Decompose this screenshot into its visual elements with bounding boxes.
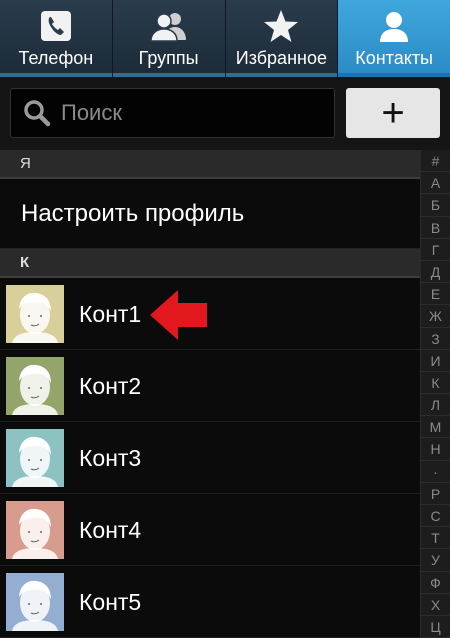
contact-row-4[interactable]: Конт4 bbox=[0, 494, 420, 566]
default-avatar-icon bbox=[12, 508, 58, 559]
avatar bbox=[6, 501, 64, 559]
tab-label: Контакты bbox=[355, 48, 433, 68]
section-header-k: К bbox=[0, 249, 420, 278]
contact-name: Конт1 bbox=[79, 301, 142, 327]
index-letter[interactable]: Л bbox=[421, 394, 450, 417]
index-letter[interactable]: М bbox=[421, 416, 450, 439]
section-header-ya: Я bbox=[0, 150, 420, 179]
index-letter[interactable]: И bbox=[421, 350, 450, 372]
tab-contacts[interactable]: Контакты bbox=[338, 0, 450, 77]
tab-phone[interactable]: Телефон bbox=[0, 0, 113, 77]
index-letter[interactable]: В bbox=[421, 217, 450, 239]
contact-list[interactable]: Я Настроить профиль К Конт1 Конт2 Конт3 … bbox=[0, 150, 420, 638]
avatar bbox=[6, 285, 64, 343]
index-letter[interactable]: У bbox=[421, 549, 450, 572]
contact-name: Конт5 bbox=[79, 589, 142, 615]
avatar bbox=[6, 429, 64, 487]
avatar bbox=[6, 573, 64, 631]
red-arrow-icon bbox=[150, 290, 207, 340]
setup-profile-row[interactable]: Настроить профиль bbox=[0, 179, 420, 249]
default-avatar-icon bbox=[12, 292, 58, 343]
contact-row-5[interactable]: Конт5 bbox=[0, 566, 420, 638]
add-contact-button[interactable]: + bbox=[346, 88, 440, 138]
default-avatar-icon bbox=[12, 580, 58, 631]
index-letter[interactable]: Ф bbox=[421, 572, 450, 594]
contact-row-3[interactable]: Конт3 bbox=[0, 422, 420, 494]
alphabet-index-bar[interactable]: # А Б В Г Д Е Ж З И К Л М Н · Р С Т У Ф … bbox=[420, 150, 450, 638]
contact-row-1[interactable]: Конт1 bbox=[0, 278, 420, 350]
tab-label: Телефон bbox=[18, 48, 94, 68]
search-box[interactable] bbox=[10, 88, 335, 138]
index-letter[interactable]: А bbox=[421, 172, 450, 195]
contact-name: Конт3 bbox=[79, 445, 142, 471]
contact-name: Конт2 bbox=[79, 373, 142, 399]
tab-bar: Телефон Группы Избранное Контакты bbox=[0, 0, 450, 77]
tab-label: Группы bbox=[138, 48, 199, 68]
index-letter[interactable]: З bbox=[421, 328, 450, 350]
index-letter[interactable]: Б bbox=[421, 194, 450, 217]
phone-icon bbox=[40, 11, 71, 41]
index-letter[interactable]: Ж bbox=[421, 305, 450, 328]
index-letter[interactable]: Т bbox=[421, 527, 450, 550]
search-row: + bbox=[0, 77, 450, 150]
tab-label: Избранное bbox=[235, 48, 327, 68]
index-letter[interactable]: Х bbox=[421, 594, 450, 616]
index-letter[interactable]: Р bbox=[421, 483, 450, 505]
search-input[interactable] bbox=[61, 100, 301, 126]
contact-name: Конт4 bbox=[79, 517, 142, 543]
index-letter[interactable]: Е bbox=[421, 283, 450, 306]
star-icon bbox=[264, 10, 299, 42]
index-letter[interactable]: · bbox=[421, 461, 450, 483]
group-icon bbox=[149, 13, 186, 42]
index-letter[interactable]: Г bbox=[421, 239, 450, 261]
index-letter[interactable]: К bbox=[421, 372, 450, 395]
index-letter[interactable]: Н bbox=[421, 438, 450, 461]
avatar bbox=[6, 357, 64, 415]
index-letter[interactable]: # bbox=[421, 150, 450, 173]
search-icon bbox=[24, 100, 51, 127]
default-avatar-icon bbox=[12, 364, 58, 415]
index-letter[interactable]: Ц bbox=[421, 616, 450, 638]
index-letter[interactable]: С bbox=[421, 505, 450, 528]
contact-icon bbox=[380, 12, 409, 42]
contact-row-2[interactable]: Конт2 bbox=[0, 350, 420, 422]
default-avatar-icon bbox=[12, 436, 58, 487]
tab-groups[interactable]: Группы bbox=[112, 0, 226, 77]
index-letter[interactable]: Д bbox=[421, 261, 450, 284]
tab-favorites[interactable]: Избранное bbox=[225, 0, 339, 77]
